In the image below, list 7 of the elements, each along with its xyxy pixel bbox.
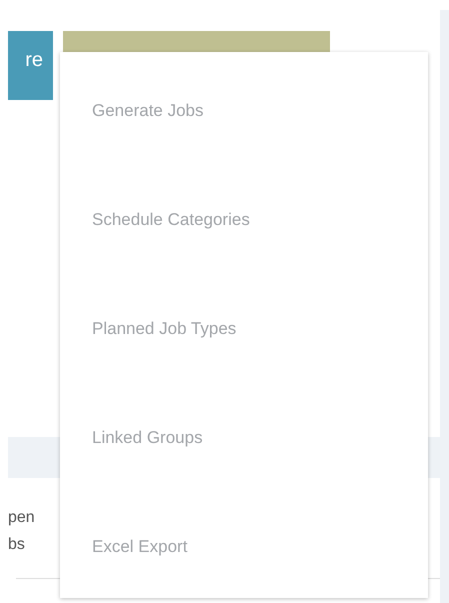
menu-item[interactable]: Schedule Categories (60, 165, 428, 274)
toolbar-button[interactable]: re (8, 31, 53, 100)
menu-item[interactable]: Generate Jobs (60, 56, 428, 165)
column-header: pen bs (8, 508, 36, 555)
menu-item[interactable]: Linked Groups (60, 383, 428, 492)
menu-item[interactable]: Planned Job Types (60, 274, 428, 383)
menu-item[interactable]: Excel Export (60, 492, 428, 601)
